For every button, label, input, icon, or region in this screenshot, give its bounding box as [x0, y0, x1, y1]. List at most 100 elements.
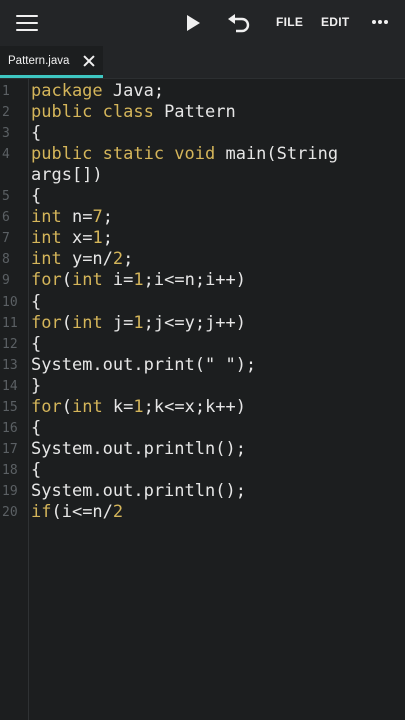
code-text: if(i<=n/2 — [31, 502, 123, 523]
code-text: { — [31, 292, 41, 313]
keyword-token: if — [31, 502, 52, 522]
code-text: args[]) — [31, 165, 103, 186]
line-number: 20 — [2, 505, 18, 520]
code-text: { — [31, 123, 41, 144]
code-line[interactable]: 12 { — [0, 334, 405, 355]
code-token: k= — [102, 396, 134, 417]
more-horizontal-icon[interactable] — [370, 20, 390, 26]
code-token: System.out.println(); — [31, 480, 246, 501]
code-text: int y=n/2; — [31, 249, 133, 270]
file-menu-button[interactable]: FILE — [276, 15, 303, 29]
code-line[interactable]: 19 System.out.println(); — [0, 481, 405, 502]
code-token: { — [31, 123, 42, 144]
code-line[interactable]: 13 System.out.print(" "); — [0, 355, 405, 376]
code-text: } — [31, 376, 41, 397]
code-token: args[]) — [31, 165, 103, 186]
line-number: 9 — [2, 273, 10, 289]
code-text: { — [31, 186, 41, 207]
line-number: 4 — [2, 147, 10, 163]
code-token: i= — [102, 270, 134, 291]
number-token: 2 — [112, 249, 124, 270]
code-line[interactable]: 16 { — [0, 418, 405, 439]
keyword-token: int — [31, 207, 62, 228]
code-line[interactable]: 3{ — [0, 123, 405, 144]
code-editor[interactable]: 1 package Java; 2 public class Pattern 3{4 pu… — [0, 79, 405, 720]
line-number: 17 — [2, 441, 18, 457]
code-token: System.out.print(" "); — [31, 354, 257, 375]
line-number: 19 — [2, 483, 18, 499]
code-line[interactable]: 5{ — [0, 186, 405, 207]
code-line[interactable]: 15 for(int k=1;k<=x;k++) — [0, 397, 405, 418]
code-token: ; — [123, 249, 134, 270]
code-token: Pattern — [153, 102, 236, 123]
hamburger-icon[interactable] — [16, 13, 38, 33]
code-line[interactable]: 8 int y=n/2; — [0, 249, 405, 270]
code-token: ; — [102, 207, 113, 228]
play-icon[interactable] — [183, 13, 203, 33]
code-line[interactable]: 2 public class Pattern — [0, 102, 405, 123]
code-token: main(String — [215, 144, 339, 165]
keyword-token: public class — [31, 102, 154, 123]
code-text: System.out.println(); — [31, 481, 246, 502]
code-token: { — [31, 186, 42, 207]
code-line[interactable]: 6 int n=7; — [0, 207, 405, 228]
undo-icon[interactable] — [226, 12, 252, 34]
code-text: for(int j=1;j<=y;j++) — [31, 313, 246, 334]
code-line[interactable]: 18 { — [0, 460, 405, 481]
code-line[interactable]: 9 for(int i=1;i<=n;i++) — [0, 270, 405, 291]
keyword-token: int — [71, 396, 103, 417]
code-text: public class Pattern — [31, 102, 236, 123]
number-token: 1 — [133, 312, 144, 333]
code-line[interactable]: 17 System.out.println(); — [0, 439, 405, 460]
line-number: 13 — [2, 357, 18, 373]
keyword-token: int — [31, 249, 62, 270]
code-token: System.out.println(); — [31, 438, 246, 459]
line-number: 15 — [2, 399, 18, 415]
line-number: 5 — [2, 189, 10, 205]
code-token: ;k<=x;k++) — [143, 396, 247, 417]
code-text: { — [31, 460, 41, 481]
code-token: } — [31, 375, 42, 396]
line-number: 10 — [2, 294, 18, 310]
code-text: System.out.print(" "); — [31, 355, 256, 376]
code-token: ;i<=n;i++) — [143, 270, 247, 291]
line-number: 3 — [2, 126, 10, 142]
line-number: 2 — [2, 105, 10, 121]
code-line[interactable]: 7 int x=1; — [0, 228, 405, 249]
code-token: { — [31, 333, 42, 354]
code-line[interactable]: 10 { — [0, 292, 405, 313]
code-line[interactable]: 4 public static void main(String — [0, 144, 405, 165]
code-text: { — [31, 334, 41, 355]
code-line[interactable]: 1 package Java; — [0, 81, 405, 102]
code-token: ; — [102, 228, 113, 249]
code-text: for(int i=1;i<=n;i++) — [31, 270, 246, 291]
line-number: 12 — [2, 336, 18, 352]
keyword-token: int — [31, 228, 62, 249]
line-number: 16 — [2, 420, 18, 436]
code-text: { — [31, 418, 41, 439]
code-text: for(int k=1;k<=x;k++) — [31, 397, 246, 418]
code-line[interactable]: args[]) — [0, 165, 405, 186]
code-text: package Java; — [31, 81, 164, 102]
close-icon[interactable] — [83, 55, 95, 67]
tab-label: Pattern.java — [8, 55, 70, 67]
tab-pattern-java[interactable]: Pattern.java — [0, 46, 103, 78]
code-line[interactable]: 14} — [0, 376, 405, 397]
code-token: Java; — [102, 81, 165, 101]
line-number: 18 — [2, 462, 18, 478]
number-token: 7 — [92, 207, 103, 228]
line-number: 11 — [2, 315, 18, 331]
code-token: y=n/ — [61, 249, 113, 270]
code-line[interactable]: 20 if(i<=n/2 — [0, 502, 405, 523]
line-number: 6 — [2, 210, 10, 226]
top-toolbar: FILE EDIT — [0, 0, 405, 46]
code-token: j= — [102, 312, 134, 333]
code-token: { — [31, 291, 42, 312]
edit-menu-button[interactable]: EDIT — [321, 15, 350, 29]
number-token: 1 — [92, 228, 103, 249]
code-token: x= — [61, 228, 93, 249]
code-text: int x=1; — [31, 228, 113, 249]
code-text: System.out.println(); — [31, 439, 246, 460]
number-token: 1 — [133, 396, 144, 417]
code-line[interactable]: 11 for(int j=1;j<=y;j++) — [0, 313, 405, 334]
